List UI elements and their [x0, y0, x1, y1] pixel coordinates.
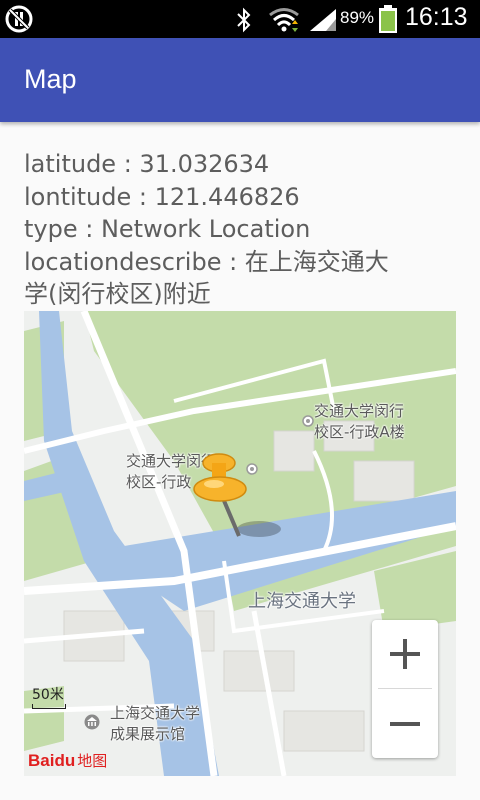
museum-icon — [84, 714, 100, 730]
describe-text-line2: 学(闵行校区)附近 — [24, 280, 211, 308]
map-label-admin-a-2: 校区-行政A楼 — [314, 423, 405, 441]
page-title: Map — [24, 64, 77, 94]
scale-bar — [32, 704, 66, 709]
plus-icon — [390, 639, 420, 669]
map-scale: 50米 — [32, 684, 66, 709]
clock: 16:13 — [405, 3, 468, 31]
map-label-gallery-1: 上海交通大学 — [110, 704, 201, 722]
location-pin-icon — [193, 453, 281, 537]
signal-icon — [310, 9, 336, 31]
baidu-logo-suffix: 地图 — [77, 752, 108, 770]
map-label-admin-a-1: 交通大学闵行 — [314, 402, 405, 420]
map-label-gallery-2: 成果展示馆 — [110, 725, 186, 743]
zoom-in-button[interactable] — [372, 620, 438, 688]
minus-icon — [390, 722, 420, 726]
zoom-divider — [378, 688, 432, 689]
wifi-icon — [269, 8, 299, 32]
poi-marker-icon — [302, 415, 314, 427]
zoom-control — [372, 620, 438, 758]
battery-icon — [379, 5, 397, 33]
scale-label: 50米 — [32, 687, 64, 703]
location-info: latitude : 31.032634 lontitude : 121.446… — [24, 148, 464, 311]
map-label-sjtu: 上海交通大学 — [248, 591, 356, 612]
app-bar: Map — [0, 38, 480, 122]
zoom-out-button[interactable] — [372, 690, 438, 758]
longitude-text: lontitude : 121.446826 — [24, 182, 300, 211]
status-bar: 89% 16:13 — [0, 0, 480, 38]
type-text: type : Network Location — [24, 215, 311, 243]
notification-icon — [5, 5, 33, 33]
baidu-logo-text: Baidu — [28, 751, 76, 770]
battery-percent: 89% — [340, 8, 375, 27]
bluetooth-icon — [237, 7, 251, 33]
describe-text-line1: locationdescribe : 在上海交通大 — [24, 247, 389, 276]
baidu-logo: Baidu 地图 — [28, 741, 107, 771]
map-view[interactable]: 交通大学闵行 校区-行政A楼 交通大学闵行 校区-行政 上海交通大学 上海交通大… — [24, 311, 456, 776]
latitude-text: latitude : 31.032634 — [24, 150, 270, 178]
